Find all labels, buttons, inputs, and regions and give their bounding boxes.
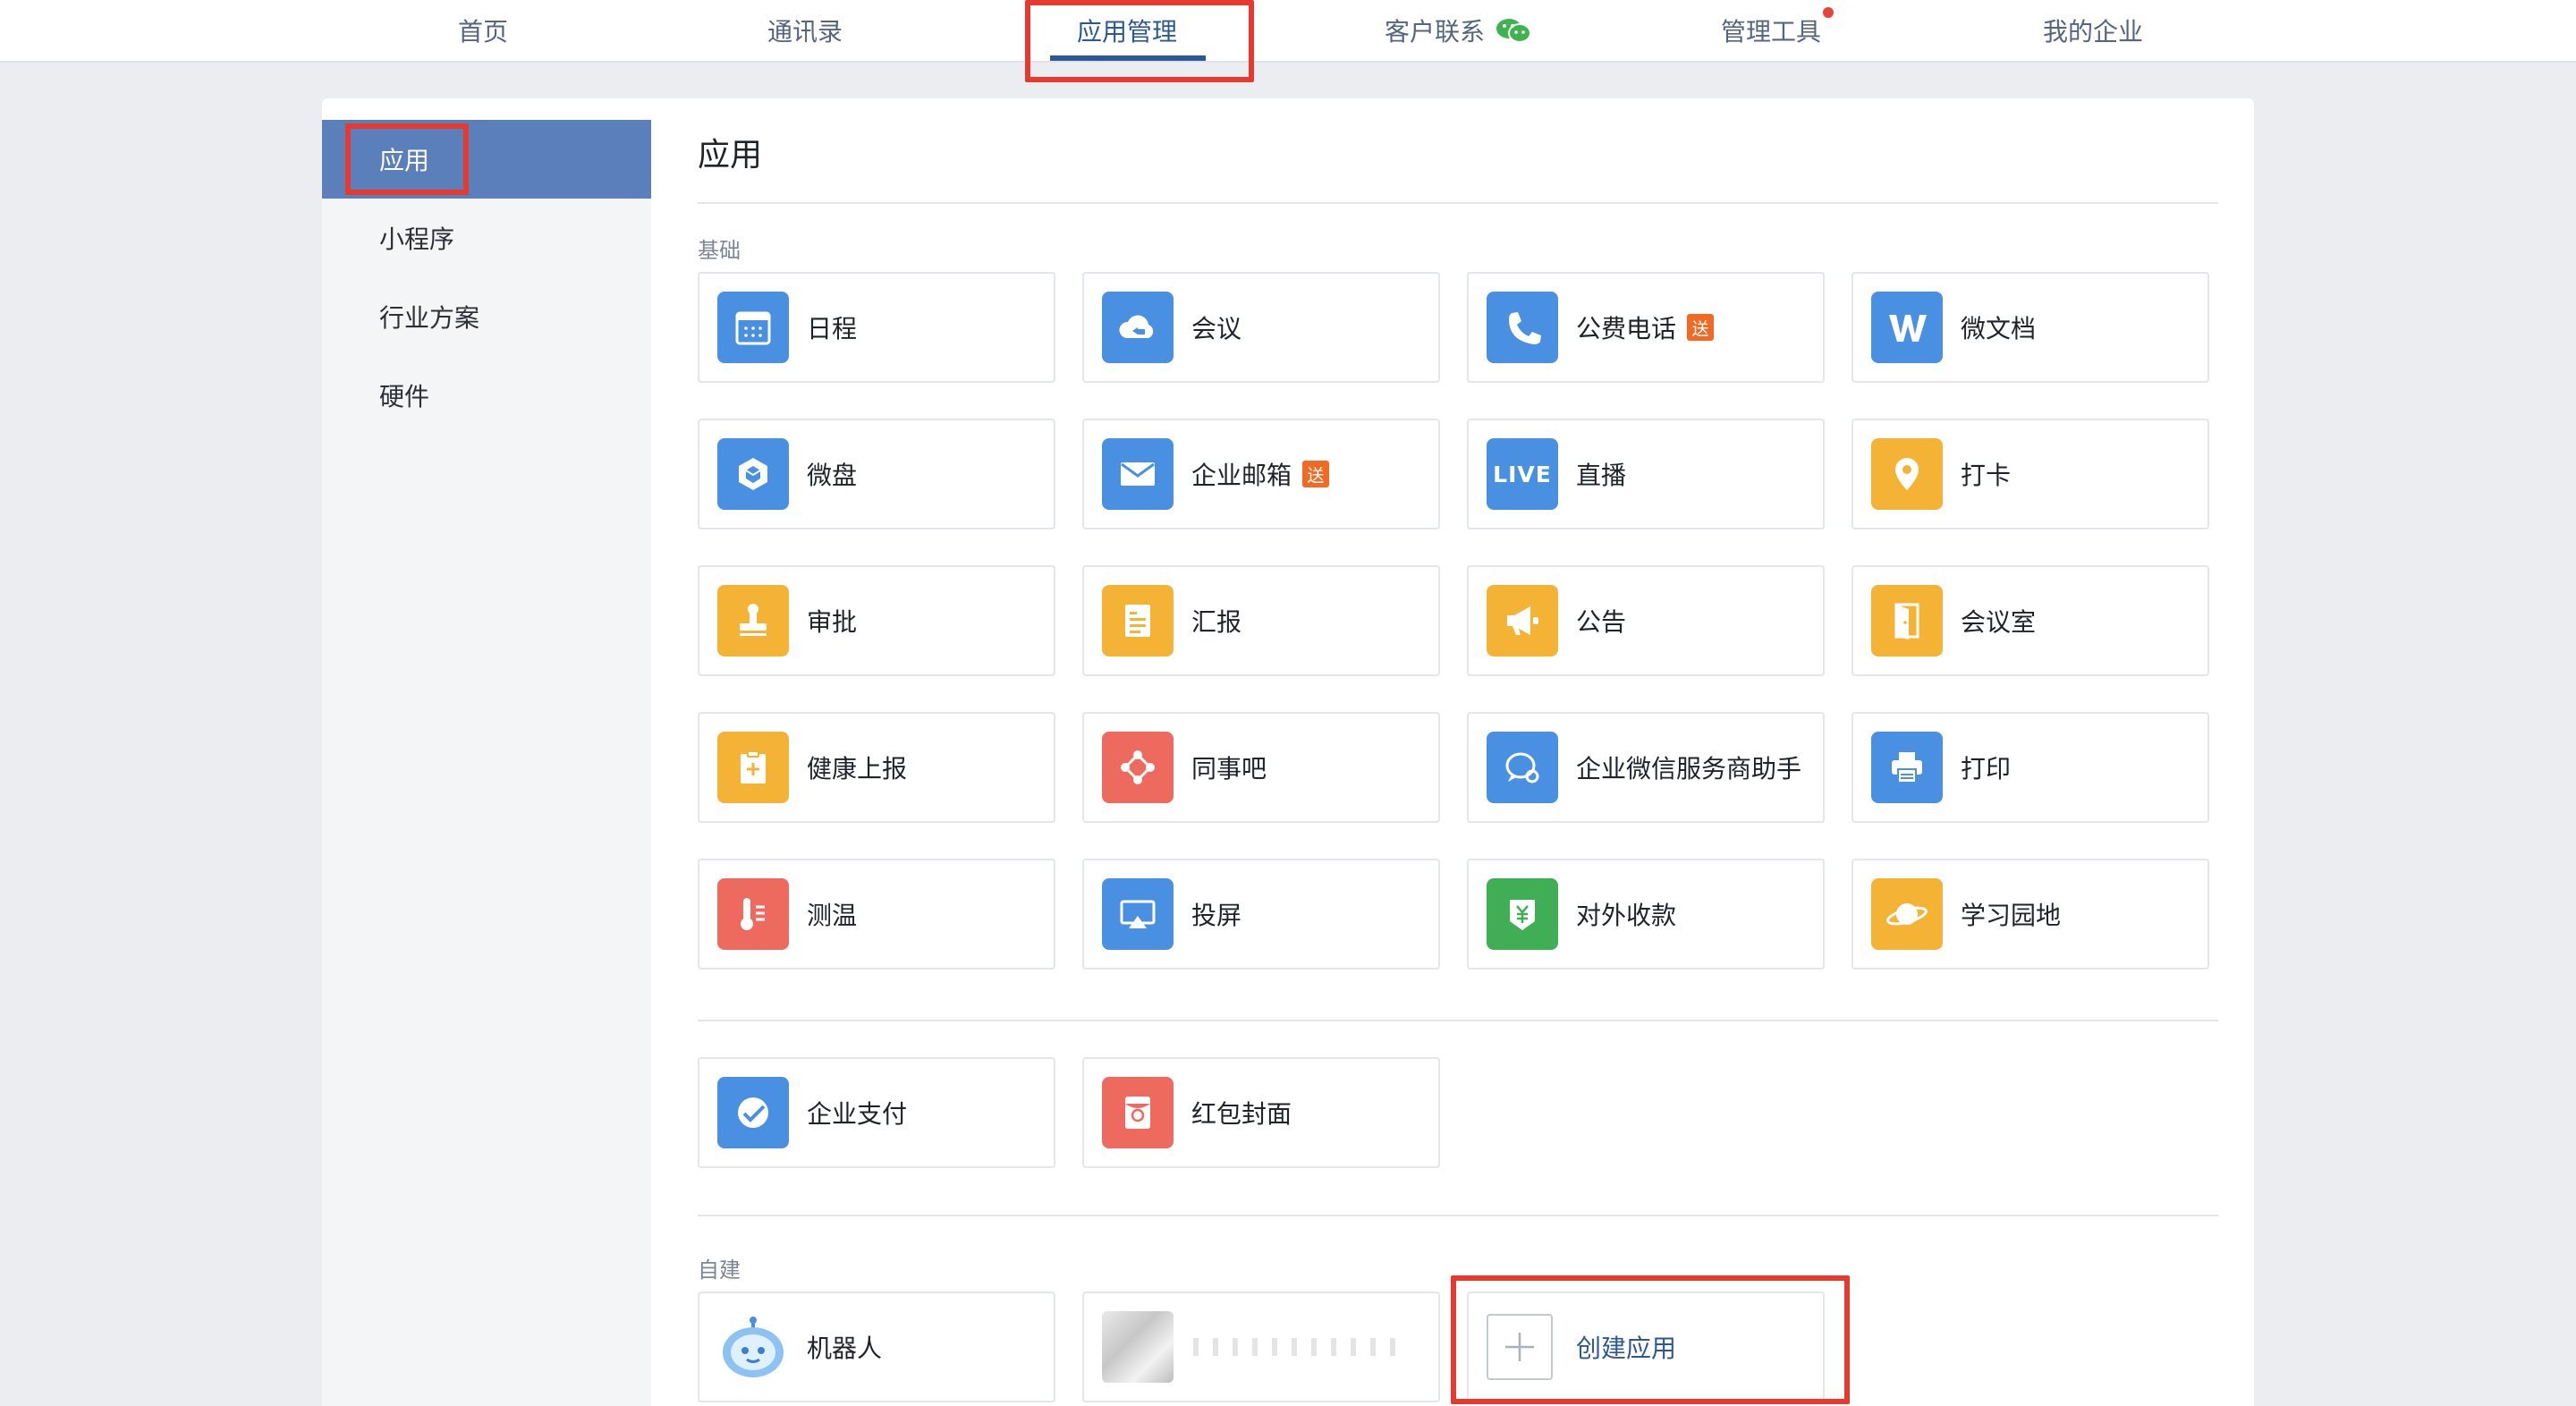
divider (698, 1215, 2218, 1216)
mail-icon (1102, 438, 1174, 510)
app-tile-screen-cast[interactable]: 投屏 (1082, 859, 1440, 970)
nav-customer-contact[interactable]: 客户联系 (1368, 0, 1547, 61)
planet-icon (1871, 878, 1943, 950)
sidebar-item-hardware[interactable]: 硬件 (322, 356, 651, 435)
content-card: 应用 小程序 行业方案 硬件 应用 基础 日程 会议 公费电话 送 微文档 微盘… (322, 98, 2254, 1406)
top-nav: 首页 通讯录 应用管理 客户联系 管理工具 我的企业 (0, 0, 2576, 63)
app-tile-report[interactable]: 汇报 (1082, 565, 1440, 676)
screen-cast-icon (1102, 878, 1174, 950)
stamp-icon (717, 585, 789, 656)
divider (698, 202, 2218, 204)
w-doc-icon (1871, 292, 1943, 363)
nav-app-management[interactable]: 应用管理 (1046, 0, 1208, 61)
clipboard-plus-icon (717, 732, 789, 803)
app-tile-public-phone[interactable]: 公费电话 送 (1467, 272, 1825, 383)
gift-badge: 送 (1687, 314, 1715, 341)
app-tile-enterprise-pay[interactable]: 企业支付 (698, 1057, 1055, 1168)
wechat-icon (1496, 19, 1531, 43)
app-tile-health-report[interactable]: 健康上报 (698, 712, 1055, 823)
nav-contacts[interactable]: 通讯录 (733, 0, 877, 61)
app-tile-mail[interactable]: 企业邮箱 送 (1082, 419, 1440, 529)
app-tile-temperature[interactable]: 测温 (698, 859, 1055, 970)
blurred-app-icon (1102, 1311, 1174, 1383)
app-tile-colleague-forum[interactable]: 同事吧 (1082, 712, 1440, 823)
app-tile-approval[interactable]: 审批 (698, 565, 1055, 676)
app-tile-meeting-room[interactable]: 会议室 (1852, 565, 2209, 676)
nav-active-underline (1050, 55, 1206, 61)
app-tile-blurred[interactable] (1082, 1292, 1440, 1402)
sidebar-item-mini-programs[interactable]: 小程序 (322, 199, 651, 277)
printer-icon (1871, 732, 1943, 803)
app-tile-external-payment[interactable]: 对外收款 (1467, 859, 1825, 970)
app-tile-red-envelope[interactable]: 红包封面 (1082, 1057, 1440, 1168)
phone-icon (1487, 292, 1558, 363)
app-tile-checkin[interactable]: 打卡 (1852, 419, 2209, 529)
cube-drive-icon (717, 438, 789, 510)
app-tile-live[interactable]: LIVE 直播 (1467, 419, 1825, 529)
pay-check-icon (717, 1077, 789, 1148)
app-tile-calendar[interactable]: 日程 (698, 272, 1055, 383)
sidebar-item-industry-solutions[interactable]: 行业方案 (322, 277, 651, 356)
section-label-basic: 基础 (698, 238, 741, 263)
page-title: 应用 (698, 137, 763, 174)
calendar-icon (717, 292, 789, 363)
network-icon (1102, 732, 1174, 803)
notification-dot (1823, 7, 1834, 18)
app-tile-print[interactable]: 打印 (1852, 712, 2209, 823)
chat-bubbles-icon (1487, 732, 1558, 803)
nav-management-tools[interactable]: 管理工具 (1699, 0, 1843, 61)
app-tile-meeting[interactable]: 会议 (1082, 272, 1440, 383)
live-icon: LIVE (1487, 438, 1558, 510)
robot-icon (717, 1311, 789, 1383)
nav-home[interactable]: 首页 (411, 0, 555, 61)
nav-my-company[interactable]: 我的企业 (2021, 0, 2165, 61)
app-tile-service-assistant[interactable]: 企业微信服务商助手 (1467, 712, 1825, 823)
app-tile-robot[interactable]: 机器人 (698, 1292, 1055, 1402)
sidebar-item-apps[interactable]: 应用 (322, 120, 651, 199)
sidebar: 应用 小程序 行业方案 硬件 (322, 120, 651, 1406)
red-envelope-icon (1102, 1077, 1174, 1148)
payment-shield-icon (1487, 878, 1558, 950)
app-tile-drive[interactable]: 微盘 (698, 419, 1055, 529)
section-label-custom: 自建 (698, 1258, 741, 1283)
megaphone-icon (1487, 585, 1558, 656)
gift-badge: 送 (1302, 461, 1330, 487)
thermometer-icon (717, 878, 789, 950)
app-tile-announcement[interactable]: 公告 (1467, 565, 1825, 676)
app-tile-doc[interactable]: 微文档 (1852, 272, 2209, 383)
report-icon (1102, 585, 1174, 656)
door-icon (1871, 585, 1943, 656)
app-tile-learning[interactable]: 学习园地 (1852, 859, 2209, 970)
divider (698, 1020, 2218, 1021)
create-app-button[interactable]: 创建应用 (1467, 1292, 1825, 1402)
blurred-app-name (1193, 1338, 1399, 1356)
plus-icon (1487, 1314, 1553, 1380)
location-pin-icon (1871, 438, 1943, 510)
cloud-meeting-icon (1102, 292, 1174, 363)
